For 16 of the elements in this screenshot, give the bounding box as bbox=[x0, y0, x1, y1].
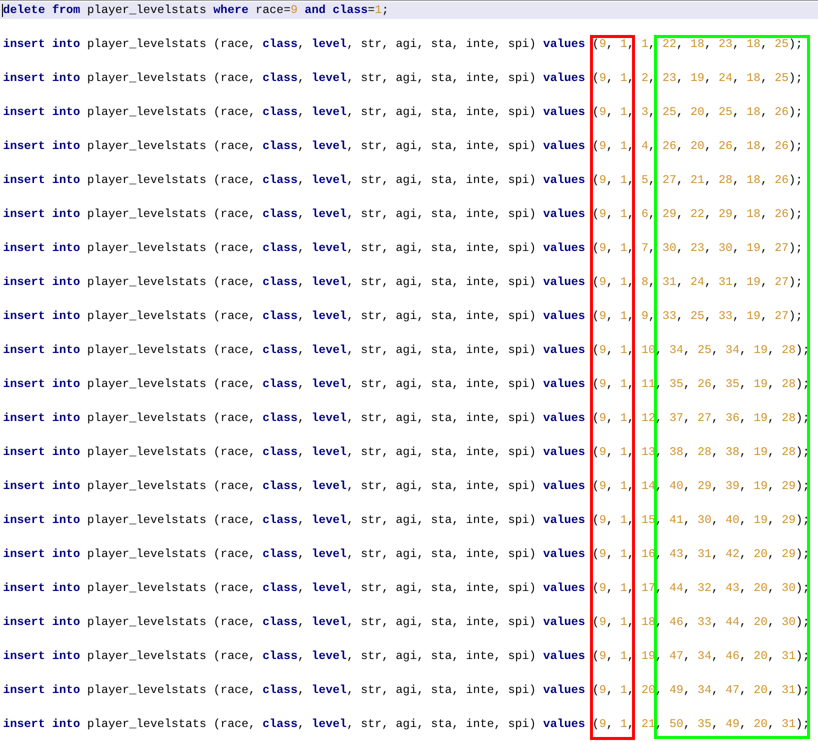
code-line: insert into player_levelstats (race, class, level, str, agi, sta, inte, spi) values (9, 1, 1, 22, 18, 23, 18, 25); bbox=[2, 36, 804, 53]
code-line: insert into player_levelstats (race, class, level, str, agi, sta, inte, spi) values (9, 1, 17, 44, 32, 43, 20, 30); bbox=[2, 580, 811, 597]
code-line: insert into player_levelstats (race, class, level, str, agi, sta, inte, spi) values (9, 1, 14, 40, 29, 39, 19, 29); bbox=[2, 478, 811, 495]
code-line: insert into player_levelstats (race, class, level, str, agi, sta, inte, spi) values (9, 1, 12, 37, 27, 36, 19, 28); bbox=[2, 410, 811, 427]
text-caret bbox=[2, 4, 3, 17]
code-line: insert into player_levelstats (race, class, level, str, agi, sta, inte, spi) values (9, 1, 7, 30, 23, 30, 19, 27); bbox=[2, 240, 804, 257]
code-line: insert into player_levelstats (race, class, level, str, agi, sta, inte, spi) values (9, 1, 9, 33, 25, 33, 19, 27); bbox=[2, 308, 804, 325]
code-line: insert into player_levelstats (race, class, level, str, agi, sta, inte, spi) values (9, 1, 6, 29, 22, 29, 18, 26); bbox=[2, 206, 804, 223]
code-line: insert into player_levelstats (race, class, level, str, agi, sta, inte, spi) values (9, 1, 4, 26, 20, 26, 18, 26); bbox=[2, 138, 804, 155]
code-line: insert into player_levelstats (race, class, level, str, agi, sta, inte, spi) values (9, 1, 5, 27, 21, 28, 18, 26); bbox=[2, 172, 804, 189]
code-line: insert into player_levelstats (race, class, level, str, agi, sta, inte, spi) values (9, 1, 2, 23, 19, 24, 18, 25); bbox=[2, 70, 804, 87]
code-line: insert into player_levelstats (race, class, level, str, agi, sta, inte, spi) values (9, 1, 3, 25, 20, 25, 18, 26); bbox=[2, 104, 804, 121]
code-line: insert into player_levelstats (race, class, level, str, agi, sta, inte, spi) values (9, 1, 21, 50, 35, 49, 20, 31); bbox=[2, 716, 811, 733]
code-line: insert into player_levelstats (race, class, level, str, agi, sta, inte, spi) values (9, 1, 11, 35, 26, 35, 19, 28); bbox=[2, 376, 811, 393]
code-line: insert into player_levelstats (race, class, level, str, agi, sta, inte, spi) values (9, 1, 8, 31, 24, 31, 19, 27); bbox=[2, 274, 804, 291]
code-line: insert into player_levelstats (race, class, level, str, agi, sta, inte, spi) values (9, 1, 15, 41, 30, 40, 19, 29); bbox=[2, 512, 811, 529]
